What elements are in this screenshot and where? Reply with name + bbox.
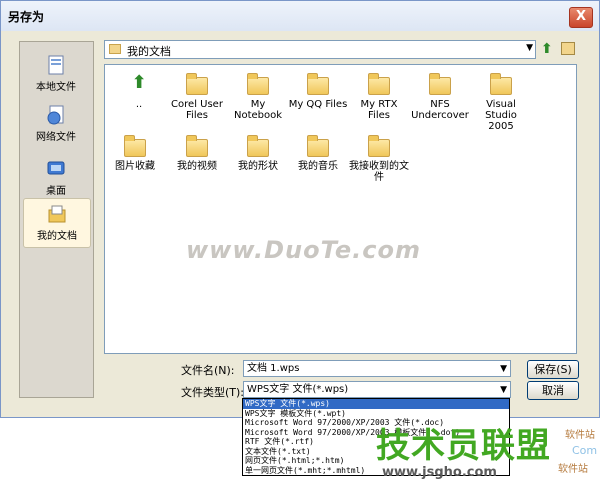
new-folder-icon[interactable] bbox=[561, 42, 575, 55]
item-label: 我的音乐 bbox=[298, 161, 338, 172]
place-label: 我的文档 bbox=[37, 231, 77, 242]
desktop-icon bbox=[47, 161, 65, 175]
chevron-down-icon[interactable]: ▼ bbox=[500, 362, 507, 377]
place-label: 桌面 bbox=[46, 186, 66, 197]
folder-icon bbox=[368, 135, 390, 157]
filetype-value: WPS文字 文件(*.wps) bbox=[247, 384, 349, 395]
chevron-down-icon[interactable]: ▼ bbox=[526, 43, 533, 53]
folder-icon bbox=[307, 73, 329, 95]
item-label: 我接收到的文件 bbox=[349, 161, 409, 183]
logo-url: www.jsgho.com bbox=[382, 465, 497, 480]
title-bar: 另存为 X bbox=[1, 1, 599, 31]
place-network-files[interactable]: 网络文件 bbox=[23, 100, 89, 148]
pictures-folder-icon bbox=[124, 135, 146, 157]
filename-value: 文档 1.wps bbox=[247, 363, 300, 374]
item-label: .. bbox=[135, 99, 143, 110]
dropdown-option[interactable]: WPS文字 模板文件(*.wpt) bbox=[243, 409, 509, 419]
dialog-title: 另存为 bbox=[8, 10, 45, 24]
close-button[interactable]: X bbox=[569, 7, 593, 28]
folder-icon bbox=[429, 73, 451, 95]
location-combobox[interactable]: 我的文档 ▼ bbox=[104, 40, 536, 59]
item-label: Corel User Files bbox=[171, 99, 223, 121]
list-item[interactable]: 我的视频 bbox=[167, 135, 227, 172]
item-label: My QQ Files bbox=[288, 99, 348, 110]
list-item[interactable]: 我接收到的文件 bbox=[349, 135, 409, 183]
list-item[interactable]: 我的音乐 bbox=[288, 135, 348, 172]
list-item-parent[interactable]: ⬆ .. bbox=[109, 72, 169, 111]
item-label: 图片收藏 bbox=[115, 161, 155, 172]
folder-icon bbox=[109, 44, 121, 54]
list-item[interactable]: My RTX Files bbox=[349, 73, 409, 121]
logo-side-com: Com bbox=[572, 444, 598, 457]
site-logo: 软件站 Com 技术员联盟 www.jsgho.com 软件站 bbox=[362, 418, 598, 488]
list-item[interactable]: 图片收藏 bbox=[105, 135, 165, 172]
list-item[interactable]: Corel User Files bbox=[167, 73, 227, 121]
filetype-select[interactable]: WPS文字 文件(*.wps) ▼ bbox=[243, 381, 511, 398]
place-label: 网络文件 bbox=[36, 132, 76, 143]
folder-icon bbox=[247, 73, 269, 95]
save-button[interactable]: 保存(S) bbox=[527, 360, 579, 379]
folder-documents-icon bbox=[48, 205, 66, 223]
item-label: 我的视频 bbox=[177, 161, 217, 172]
file-list[interactable]: ⬆ .. Corel User Files My Notebook My QQ … bbox=[104, 64, 577, 354]
save-as-dialog: 另存为 X 本地文件 网络文件 桌面 我的文档 我的文档 ▼ ⬆ ⬆ .. Co… bbox=[0, 0, 600, 418]
shapes-folder-icon bbox=[247, 135, 269, 157]
up-one-level-icon[interactable]: ⬆ bbox=[541, 41, 553, 57]
item-label: NFS Undercover bbox=[411, 99, 469, 121]
dropdown-option[interactable]: WPS文字 文件(*.wps) bbox=[243, 399, 509, 409]
place-desktop[interactable]: 桌面 bbox=[23, 154, 89, 202]
logo-side-bottom: 软件站 bbox=[558, 464, 588, 475]
globe-document-icon bbox=[47, 105, 64, 125]
places-bar: 本地文件 网络文件 桌面 我的文档 bbox=[19, 41, 94, 398]
list-item[interactable]: My Notebook bbox=[228, 73, 288, 121]
place-my-documents[interactable]: 我的文档 bbox=[23, 198, 91, 248]
folder-icon bbox=[368, 73, 390, 95]
filename-label: 文件名(N): bbox=[181, 364, 235, 377]
list-item[interactable]: My QQ Files bbox=[288, 73, 348, 110]
place-label: 本地文件 bbox=[36, 82, 76, 93]
current-path: 我的文档 bbox=[127, 45, 171, 58]
place-local-files[interactable]: 本地文件 bbox=[23, 50, 89, 98]
cancel-button[interactable]: 取消 bbox=[527, 381, 579, 400]
document-icon bbox=[48, 55, 64, 75]
item-label: My Notebook bbox=[233, 99, 283, 121]
videos-folder-icon bbox=[186, 135, 208, 157]
watermark: www.DuoTe.com bbox=[186, 236, 421, 264]
logo-text: 技术员联盟 bbox=[376, 426, 551, 466]
folder-icon bbox=[186, 73, 208, 95]
list-item[interactable]: NFS Undercover bbox=[410, 73, 470, 121]
item-label: My RTX Files bbox=[360, 99, 398, 121]
item-label: Visual Studio 2005 bbox=[485, 99, 517, 132]
logo-side-top: 软件站 bbox=[565, 430, 595, 441]
filetype-label: 文件类型(T): bbox=[181, 386, 245, 399]
filename-input[interactable]: 文档 1.wps ▼ bbox=[243, 360, 511, 377]
chevron-down-icon[interactable]: ▼ bbox=[500, 383, 507, 398]
up-folder-icon: ⬆ bbox=[131, 72, 147, 93]
list-item[interactable]: 我的形状 bbox=[228, 135, 288, 172]
music-folder-icon bbox=[307, 135, 329, 157]
item-label: 我的形状 bbox=[238, 161, 278, 172]
list-item[interactable]: Visual Studio 2005 bbox=[471, 73, 531, 132]
folder-icon bbox=[490, 73, 512, 95]
